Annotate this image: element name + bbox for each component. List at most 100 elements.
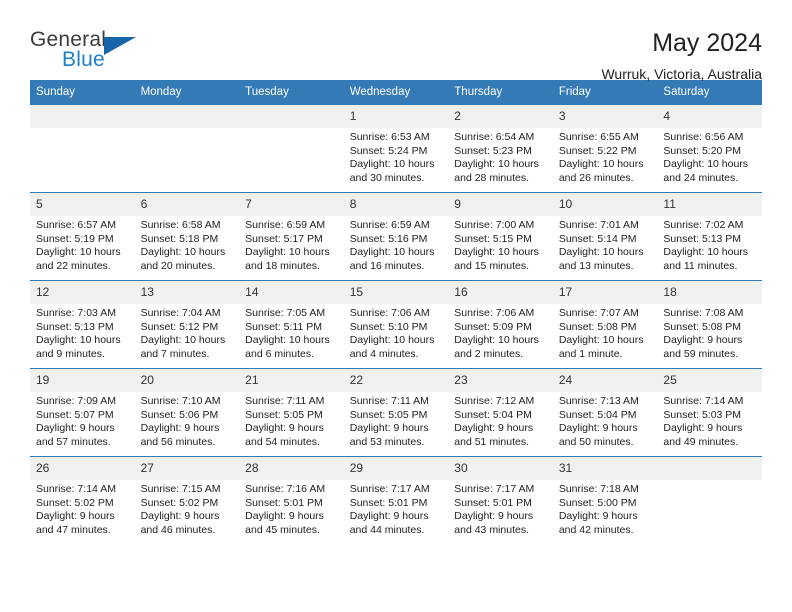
day-number[interactable]: 24 [553,369,658,392]
day-number[interactable]: 17 [553,281,658,304]
day-cell[interactable]: Sunrise: 6:55 AM Sunset: 5:22 PM Dayligh… [553,128,658,192]
daylight-text-line1: Daylight: 10 hours [663,246,749,259]
sunset-text: Sunset: 5:01 PM [245,496,323,509]
day-cell[interactable]: Sunrise: 7:11 AM Sunset: 5:05 PM Dayligh… [239,392,344,456]
day-number[interactable]: 2 [448,105,553,128]
day-cell[interactable]: Sunrise: 7:18 AM Sunset: 5:00 PM Dayligh… [553,480,658,544]
day-number[interactable]: 31 [553,457,658,480]
day-number[interactable]: 6 [135,193,240,216]
day-cell[interactable]: Sunrise: 7:12 AM Sunset: 5:04 PM Dayligh… [448,392,553,456]
sunrise-text: Sunrise: 7:07 AM [558,307,639,319]
general-blue-logo[interactable]: General Blue [30,28,150,74]
day-number[interactable]: 10 [553,193,658,216]
sunset-text: Sunset: 5:17 PM [245,232,323,245]
day-number[interactable]: 7 [239,193,344,216]
day-cell[interactable]: Sunrise: 7:05 AM Sunset: 5:11 PM Dayligh… [239,304,344,368]
daylight-text-line1: Daylight: 10 hours [140,246,226,259]
day-cell[interactable]: Sunrise: 7:07 AM Sunset: 5:08 PM Dayligh… [553,304,658,368]
sunrise-text: Sunrise: 6:58 AM [140,219,221,231]
day-cell[interactable]: Sunrise: 7:01 AM Sunset: 5:14 PM Dayligh… [553,216,658,280]
sunrise-text: Sunrise: 6:55 AM [558,131,639,143]
day-cell[interactable]: Sunrise: 7:08 AM Sunset: 5:08 PM Dayligh… [657,304,762,368]
calendar-page: General Blue May 2024 Wurruk, Victoria, … [0,0,792,612]
day-number[interactable]: 5 [30,193,135,216]
sunset-text: Sunset: 5:11 PM [245,320,322,333]
sunset-text: Sunset: 5:14 PM [558,232,637,245]
day-cell[interactable]: Sunrise: 7:03 AM Sunset: 5:13 PM Dayligh… [30,304,135,368]
daylight-text-line2: and 9 minutes. [36,347,105,360]
day-cell[interactable]: Sunrise: 7:09 AM Sunset: 5:07 PM Dayligh… [30,392,135,456]
sunset-text: Sunset: 5:00 PM [558,496,637,509]
sunset-text: Sunset: 5:05 PM [349,408,428,421]
daylight-text-line1: Daylight: 9 hours [454,510,534,523]
day-cell[interactable]: Sunrise: 6:59 AM Sunset: 5:17 PM Dayligh… [239,216,344,280]
day-cell[interactable]: Sunrise: 7:00 AM Sunset: 5:15 PM Dayligh… [448,216,553,280]
day-number[interactable]: 14 [239,281,344,304]
day-cell[interactable]: Sunrise: 7:06 AM Sunset: 5:09 PM Dayligh… [448,304,553,368]
day-cell[interactable]: Sunrise: 6:54 AM Sunset: 5:23 PM Dayligh… [448,128,553,192]
day-number[interactable]: 21 [239,369,344,392]
daylight-text-line1: Daylight: 9 hours [36,422,115,435]
day-cell-empty [657,480,762,544]
day-cell[interactable]: Sunrise: 6:56 AM Sunset: 5:20 PM Dayligh… [657,128,762,192]
day-number[interactable]: 20 [135,369,240,392]
day-cell[interactable]: Sunrise: 7:04 AM Sunset: 5:12 PM Dayligh… [135,304,240,368]
day-cell[interactable]: Sunrise: 7:10 AM Sunset: 5:06 PM Dayligh… [135,392,240,456]
day-cell[interactable]: Sunrise: 7:15 AM Sunset: 5:02 PM Dayligh… [135,480,240,544]
day-cell[interactable]: Sunrise: 7:17 AM Sunset: 5:01 PM Dayligh… [344,480,449,544]
sunset-text: Sunset: 5:02 PM [36,496,114,509]
daylight-text-line2: and 57 minutes. [36,435,111,448]
day-number[interactable]: 23 [448,369,553,392]
day-number[interactable]: 19 [30,369,135,392]
day-cell[interactable]: Sunrise: 7:14 AM Sunset: 5:02 PM Dayligh… [30,480,135,544]
day-cell[interactable]: Sunrise: 7:06 AM Sunset: 5:10 PM Dayligh… [344,304,449,368]
daylight-text-line2: and 49 minutes. [663,435,739,448]
sunrise-text: Sunrise: 7:16 AM [245,483,326,495]
sunrise-text: Sunrise: 7:01 AM [558,219,639,231]
sunrise-text: Sunrise: 7:03 AM [36,307,116,319]
sunset-text: Sunset: 5:08 PM [663,320,742,333]
logo-word-blue: Blue [62,48,105,71]
day-cell[interactable]: Sunrise: 6:57 AM Sunset: 5:19 PM Dayligh… [30,216,135,280]
day-cell[interactable]: Sunrise: 7:13 AM Sunset: 5:04 PM Dayligh… [553,392,658,456]
day-number[interactable]: 28 [239,457,344,480]
day-cell[interactable]: Sunrise: 6:59 AM Sunset: 5:16 PM Dayligh… [344,216,449,280]
sunrise-text: Sunrise: 7:06 AM [349,307,430,319]
sunrise-text: Sunrise: 6:53 AM [349,131,430,143]
day-number[interactable]: 8 [344,193,449,216]
day-cell[interactable]: Sunrise: 7:11 AM Sunset: 5:05 PM Dayligh… [344,392,449,456]
daylight-text-line1: Daylight: 9 hours [558,510,638,523]
day-cell[interactable]: Sunrise: 6:58 AM Sunset: 5:18 PM Dayligh… [135,216,240,280]
day-number[interactable]: 16 [448,281,553,304]
day-number[interactable]: 15 [344,281,449,304]
day-number[interactable]: 22 [344,369,449,392]
sunset-text: Sunset: 5:13 PM [36,320,114,333]
daylight-text-line1: Daylight: 9 hours [454,422,534,435]
day-number[interactable]: 25 [657,369,762,392]
sunset-text: Sunset: 5:01 PM [349,496,428,509]
daylight-text-line2: and 1 minute. [558,347,623,360]
day-number[interactable]: 3 [553,105,658,128]
day-cell[interactable]: Sunrise: 7:16 AM Sunset: 5:01 PM Dayligh… [239,480,344,544]
day-number[interactable]: 1 [344,105,449,128]
daylight-text-line2: and 42 minutes. [558,523,634,536]
day-number[interactable]: 9 [448,193,553,216]
day-cell[interactable]: Sunrise: 7:02 AM Sunset: 5:13 PM Dayligh… [657,216,762,280]
day-number[interactable]: 11 [657,193,762,216]
day-number[interactable]: 13 [135,281,240,304]
day-number[interactable]: 18 [657,281,762,304]
daylight-text-line1: Daylight: 9 hours [245,510,324,523]
day-number [135,105,240,128]
day-number[interactable]: 4 [657,105,762,128]
day-cell[interactable]: Sunrise: 7:14 AM Sunset: 5:03 PM Dayligh… [657,392,762,456]
day-number[interactable]: 27 [135,457,240,480]
day-cell[interactable]: Sunrise: 7:17 AM Sunset: 5:01 PM Dayligh… [448,480,553,544]
weekday-sunday: Sunday [36,86,76,98]
sunrise-text: Sunrise: 7:18 AM [558,483,639,495]
day-number[interactable]: 12 [30,281,135,304]
day-cell[interactable]: Sunrise: 6:53 AM Sunset: 5:24 PM Dayligh… [344,128,449,192]
day-number[interactable]: 29 [344,457,449,480]
day-number[interactable]: 30 [448,457,553,480]
day-number[interactable]: 26 [30,457,135,480]
daylight-text-line1: Daylight: 9 hours [349,510,429,523]
